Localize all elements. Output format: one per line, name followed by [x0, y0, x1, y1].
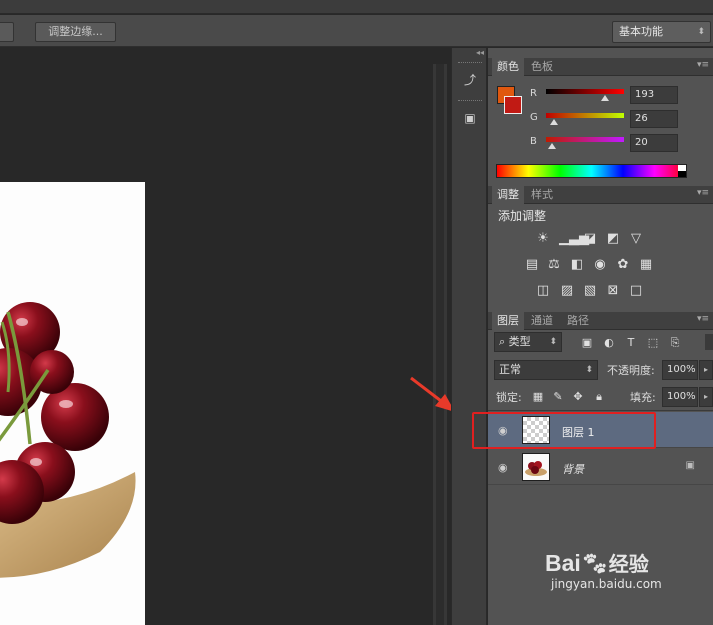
vibrance-icon[interactable]: ▽	[628, 232, 644, 246]
color-spectrum-ramp[interactable]	[496, 164, 687, 178]
tab-paths[interactable]: 路径	[562, 312, 594, 330]
channel-r-slider[interactable]	[601, 95, 610, 101]
workspace-label: 基本功能	[619, 25, 663, 38]
layer-filter-label: 类型	[508, 335, 531, 348]
channel-g-slider[interactable]	[549, 119, 558, 125]
color-balance-icon[interactable]: ⚖	[546, 258, 562, 272]
layers-panel-tabs: 图层 通道 路径 ▾≡	[488, 312, 713, 330]
history-icon[interactable]: ⤴	[456, 68, 484, 92]
channel-r-value[interactable]: 193	[630, 86, 678, 104]
brightness-icon[interactable]: ☀	[535, 232, 551, 246]
channel-b-bar[interactable]	[546, 137, 624, 142]
panel-dock: ◂◂ ⤴ ▣	[451, 48, 487, 625]
highlight-box	[472, 412, 656, 449]
posterize-icon[interactable]: ▨	[559, 284, 575, 298]
refine-edge-button[interactable]: 调整边缘...	[35, 22, 116, 42]
properties-icon[interactable]: ▣	[456, 106, 484, 130]
lock-label: 锁定:	[496, 391, 522, 404]
lock-pixels-icon[interactable]: ✎	[550, 390, 566, 404]
adjustments-panel-tabs: 调整 样式 ▾≡	[488, 186, 713, 204]
opacity-label: 不透明度:	[607, 364, 655, 377]
fill-dropdown[interactable]: ▸	[699, 387, 713, 407]
cherry-photo	[0, 182, 145, 625]
paw-logo-icon: 🐾︎	[580, 551, 609, 576]
watermark-brand-suffix: 经验	[608, 554, 649, 576]
tab-color[interactable]: 颜色	[492, 58, 524, 76]
channel-r-bar[interactable]	[546, 89, 624, 94]
background-swatch[interactable]	[504, 96, 522, 114]
tab-layers[interactable]: 图层	[492, 312, 524, 330]
tab-adjustments[interactable]: 调整	[492, 186, 524, 204]
selective-color-icon[interactable]: □	[628, 284, 644, 298]
filter-toggle[interactable]	[705, 334, 713, 350]
watermark: Bai🐾︎经验 jingyan.baidu.com	[545, 548, 662, 591]
channel-mixer-icon[interactable]: ✿	[615, 258, 631, 272]
updown-arrow-icon: ⬍	[549, 337, 557, 347]
tab-channels[interactable]: 通道	[526, 312, 558, 330]
curves-icon[interactable]: ◪	[582, 232, 598, 246]
tab-styles[interactable]: 样式	[526, 186, 558, 204]
canvas-scrollbar[interactable]	[433, 64, 447, 625]
gradient-map-icon[interactable]: ⊠	[605, 284, 621, 298]
blend-mode-label: 正常	[499, 363, 521, 376]
invert-icon[interactable]: ◫	[535, 284, 551, 298]
panel-menu-icon[interactable]: ▾≡	[697, 60, 709, 70]
blend-mode-select[interactable]: 正常 ⬍	[494, 360, 598, 380]
tab-swatches[interactable]: 色板	[526, 58, 558, 76]
levels-icon[interactable]: ▁▃▅	[559, 232, 589, 246]
add-adjustment-heading: 添加调整	[498, 209, 547, 223]
layer-name[interactable]: 背景	[562, 461, 584, 477]
channel-g-bar[interactable]	[546, 113, 624, 118]
search-icon: ⌕	[499, 335, 506, 348]
channel-b-label: B	[530, 136, 537, 147]
channel-b-slider[interactable]	[548, 143, 557, 149]
color-lookup-icon[interactable]: ▦	[638, 258, 654, 272]
channel-r-label: R	[530, 88, 537, 99]
collapse-icon[interactable]: ◂◂	[476, 48, 484, 57]
pixel-filter-icon[interactable]: ▣	[579, 336, 595, 350]
channel-b-value[interactable]: 20	[630, 134, 678, 152]
photo-filter-icon[interactable]: ◉	[592, 258, 608, 272]
lock-position-icon[interactable]: ✥	[570, 390, 586, 404]
lock-all-icon[interactable]: 🔒︎	[591, 390, 607, 404]
fill-input[interactable]: 100%	[662, 387, 698, 407]
shape-filter-icon[interactable]: ⬚	[645, 336, 661, 350]
layer-row-background[interactable]: ◉ 背景 ▣	[488, 449, 713, 485]
right-panels: 颜色 色板 ▾≡ R 193 G 26 B 20 调整 样式 ▾≡ 添加调整 ☀…	[488, 48, 713, 625]
lock-transparent-icon[interactable]: ▦	[530, 390, 546, 404]
smart-object-filter-icon[interactable]: ⎘	[667, 336, 683, 350]
adjustment-filter-icon[interactable]: ◐	[601, 336, 617, 350]
panel-menu-icon[interactable]: ▾≡	[697, 188, 709, 198]
updown-arrow-icon: ⬍	[697, 27, 705, 37]
fill-label: 填充:	[630, 391, 656, 404]
channel-g-label: G	[530, 112, 538, 123]
layer-thumbnail	[522, 453, 550, 481]
eye-icon[interactable]: ◉	[498, 461, 508, 474]
color-panel-tabs: 颜色 色板 ▾≡	[488, 58, 713, 76]
options-left-button[interactable]	[0, 22, 14, 42]
layer-filter-select[interactable]: ⌕ 类型 ⬍	[494, 332, 562, 352]
updown-arrow-icon: ⬍	[585, 365, 593, 375]
hue-saturation-icon[interactable]: ▤	[524, 258, 540, 272]
exposure-icon[interactable]: ◩	[605, 232, 621, 246]
opacity-input[interactable]: 100%	[662, 360, 698, 380]
channel-g-value[interactable]: 26	[630, 110, 678, 128]
lock-icon: ▣	[685, 460, 695, 471]
threshold-icon[interactable]: ▧	[582, 284, 598, 298]
type-filter-icon[interactable]: T	[623, 336, 639, 350]
workspace-switcher[interactable]: 基本功能 ⬍	[612, 21, 711, 43]
opacity-dropdown[interactable]: ▸	[699, 360, 713, 380]
panel-menu-icon[interactable]: ▾≡	[697, 314, 709, 324]
watermark-url: jingyan.baidu.com	[551, 577, 662, 591]
menu-bar-strip	[0, 0, 713, 14]
watermark-brand: Bai	[545, 550, 581, 576]
black-white-icon[interactable]: ◧	[569, 258, 585, 272]
